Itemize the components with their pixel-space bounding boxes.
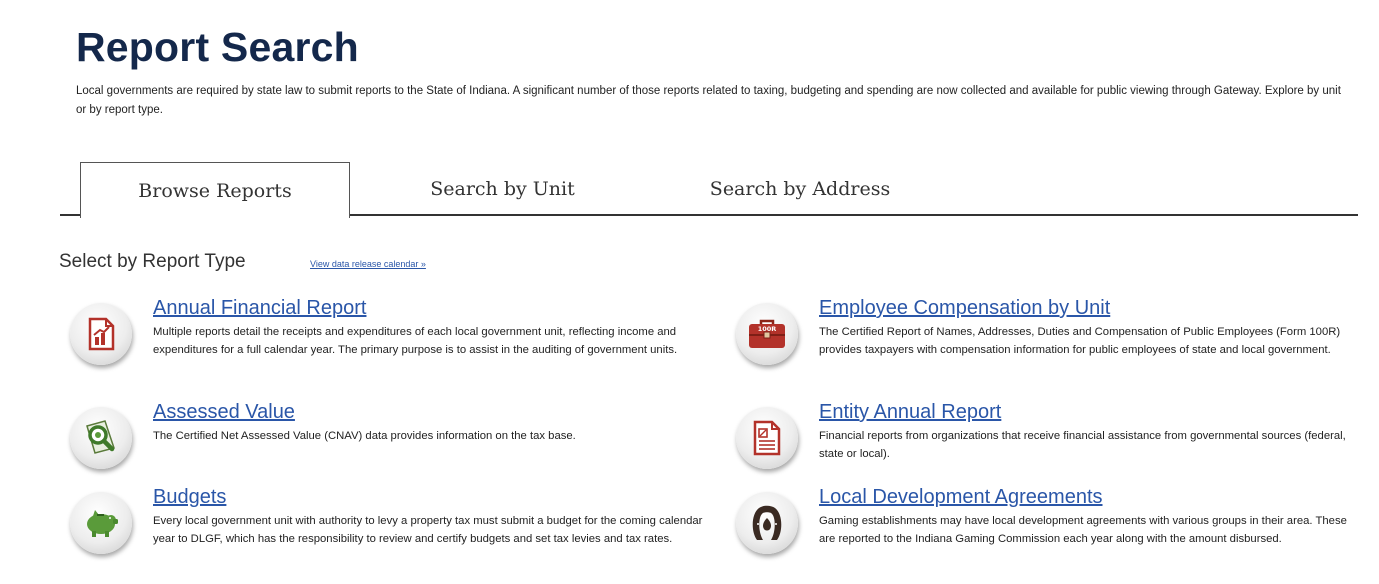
report-title-assessed-value[interactable]: Assessed Value (153, 401, 295, 424)
calendar-link[interactable]: View data release calendar » (310, 259, 426, 269)
report-desc-assessed-value: The Certified Net Assessed Value (CNAV) … (153, 430, 576, 442)
magnifier-icon[interactable] (70, 407, 132, 469)
tab-search-by-unit[interactable]: Search by Unit (390, 162, 615, 216)
financial-report-icon[interactable] (70, 303, 132, 365)
report-desc-budgets: Every local government unit with authori… (153, 515, 703, 545)
report-desc-local-development: Gaming establishments may have local dev… (819, 515, 1347, 545)
briefcase-icon[interactable]: 100R (736, 303, 798, 365)
tab-browse-reports[interactable]: Browse Reports (80, 162, 350, 218)
intro-text: Local governments are required by state … (76, 85, 1341, 116)
report-title-employee-compensation[interactable]: Employee Compensation by Unit (819, 297, 1110, 320)
svg-text:100R: 100R (758, 325, 777, 333)
tab-search-by-address[interactable]: Search by Address (660, 162, 940, 216)
report-title-local-development[interactable]: Local Development Agreements (819, 486, 1103, 509)
document-icon[interactable] (736, 407, 798, 469)
page-title: Report Search (76, 24, 359, 70)
report-desc-annual-financial: Multiple reports detail the receipts and… (153, 326, 678, 356)
horseshoe-icon[interactable] (736, 492, 798, 554)
section-heading: Select by Report Type (59, 251, 246, 272)
piggy-bank-icon[interactable] (70, 492, 132, 554)
report-title-entity-annual[interactable]: Entity Annual Report (819, 401, 1001, 424)
report-desc-entity-annual: Financial reports from organizations tha… (819, 430, 1346, 460)
report-desc-employee-compensation: The Certified Report of Names, Addresses… (819, 326, 1341, 356)
tab-bar: Browse Reports Search by Unit Search by … (60, 162, 1358, 218)
report-title-annual-financial[interactable]: Annual Financial Report (153, 297, 366, 320)
report-title-budgets[interactable]: Budgets (153, 486, 226, 509)
